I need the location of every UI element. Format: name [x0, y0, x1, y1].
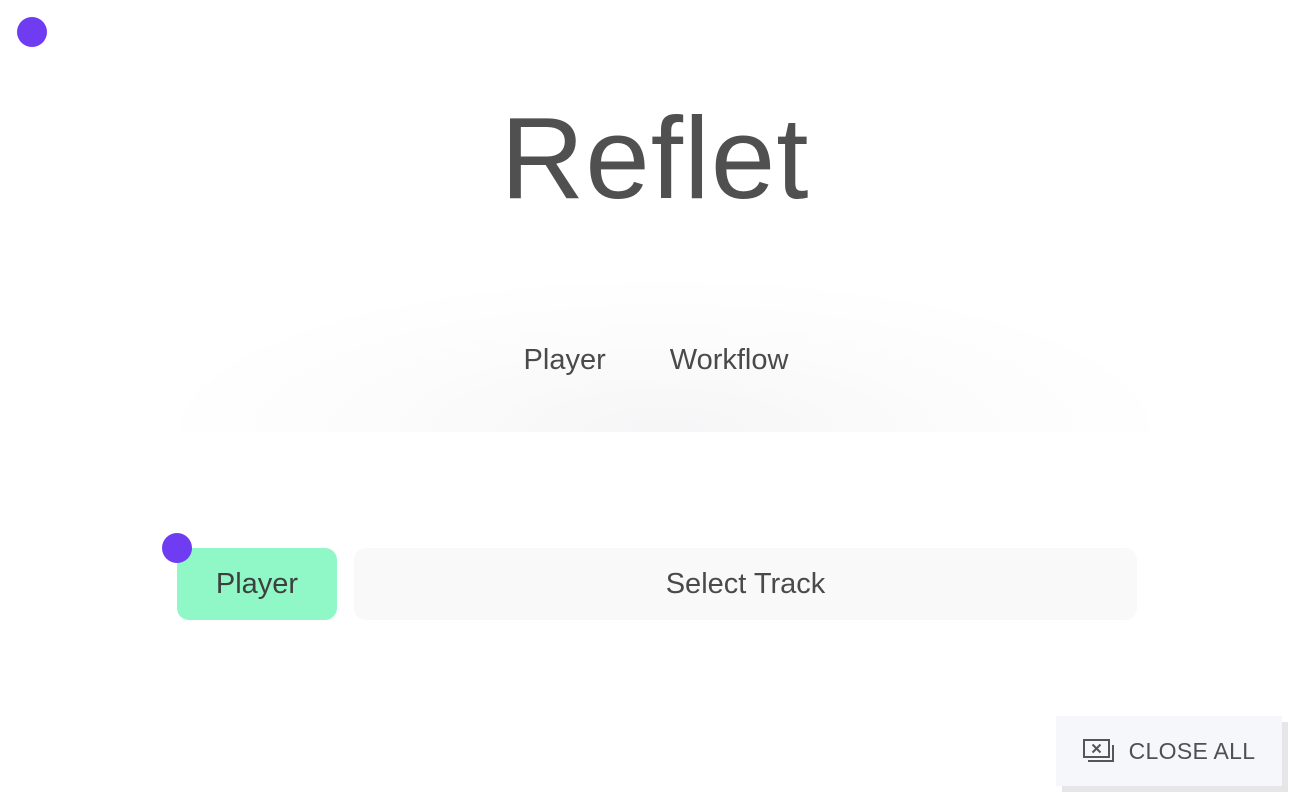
nav-item-workflow[interactable]: Workflow — [670, 338, 789, 382]
app-title: Reflet — [500, 93, 810, 223]
player-button[interactable]: Player — [177, 548, 337, 620]
close-windows-icon — [1082, 739, 1115, 763]
nav-item-player[interactable]: Player — [524, 338, 606, 382]
status-dot — [17, 17, 47, 47]
select-track-dropdown[interactable]: Select Track — [354, 548, 1137, 620]
player-button-indicator-dot — [162, 533, 192, 563]
main-nav: Player Workflow — [0, 338, 1310, 382]
close-all-label: CLOSE ALL — [1128, 737, 1256, 764]
close-all-button[interactable]: CLOSE ALL — [1056, 716, 1282, 786]
select-track-label: Select Track — [665, 567, 826, 600]
